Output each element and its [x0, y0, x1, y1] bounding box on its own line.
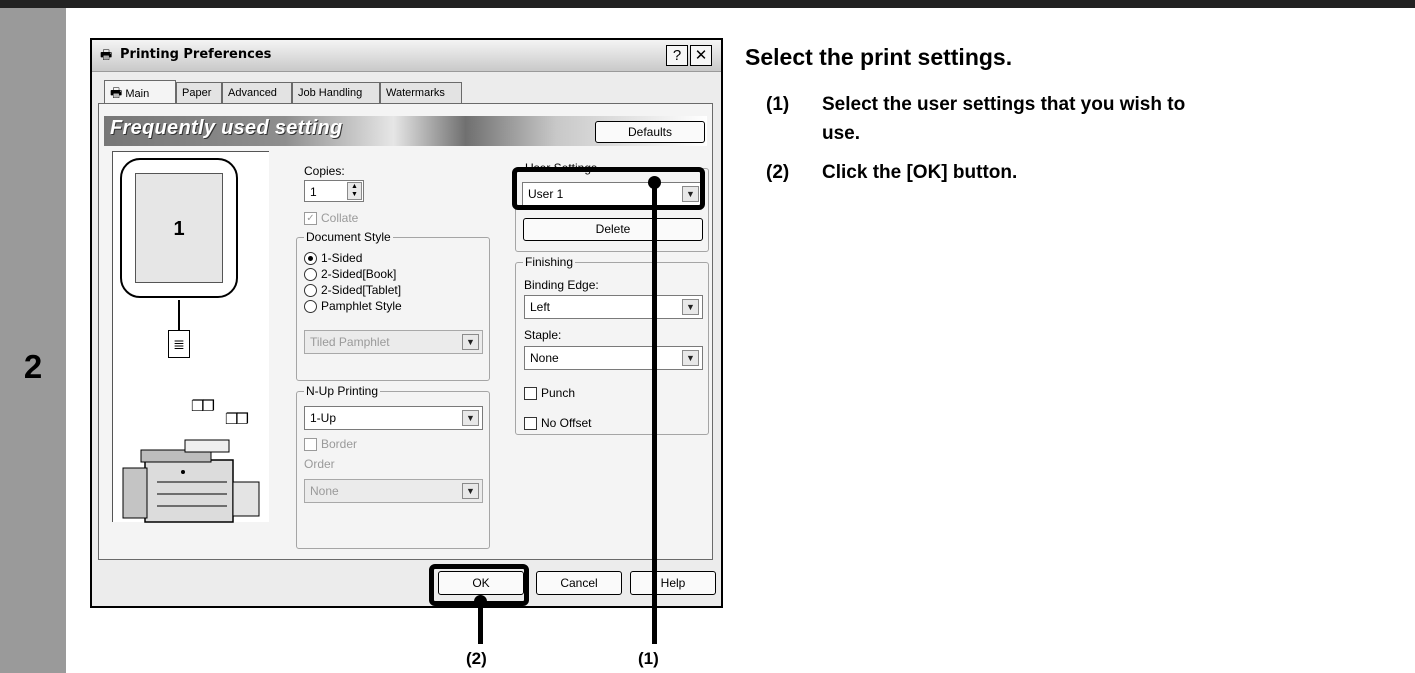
collate-checkbox[interactable]: ✓: [304, 212, 317, 225]
document-icon: ≣: [168, 330, 190, 358]
callout-leader-line: [478, 605, 483, 644]
defaults-button[interactable]: Defaults: [595, 121, 705, 143]
radio-2-sided-tablet[interactable]: [304, 284, 317, 297]
order-select[interactable]: None ▼: [304, 479, 483, 503]
tab-advanced[interactable]: Advanced: [222, 82, 292, 104]
instruction-number-1: (1): [766, 94, 790, 115]
callout-label-2: (2): [466, 649, 487, 668]
dialog-title: Printing Preferences: [120, 47, 272, 62]
section-heading: Select the print settings.: [745, 44, 1013, 70]
punch-checkbox[interactable]: [524, 387, 537, 400]
chevron-down-icon: ▼: [462, 410, 479, 426]
user-settings-highlight: [512, 167, 705, 210]
n-up-select[interactable]: 1-Up ▼: [304, 406, 483, 430]
border-label: Border: [321, 437, 358, 451]
banner-title: Frequently used setting: [110, 117, 343, 139]
printing-preferences-dialog: 🖶 Printing Preferences ? ✕ 🖶 Main Paper …: [90, 38, 723, 608]
top-rule: [0, 0, 1415, 8]
tab-paper[interactable]: Paper: [176, 82, 222, 104]
punch-label: Punch: [541, 386, 576, 400]
chevron-down-icon: ▼: [462, 483, 479, 499]
copies-label: Copies:: [304, 164, 345, 178]
option-pamphlet-style: Pamphlet Style: [321, 299, 402, 313]
tab-watermarks[interactable]: Watermarks: [380, 82, 462, 104]
page-preview-frame: 1: [120, 158, 238, 298]
chevron-down-icon: ▼: [682, 299, 699, 315]
instruction-text-2: Click the [OK] button.: [822, 162, 1018, 183]
preview-connector: [178, 300, 180, 330]
callout-leader-line: [652, 188, 657, 644]
finishing-title: Finishing: [523, 255, 576, 269]
binding-edge-select[interactable]: Left ▼: [524, 295, 703, 319]
option-2-sided-book: 2-Sided[Book]: [321, 267, 397, 281]
n-up-printing-title: N-Up Printing: [304, 384, 381, 398]
radio-2-sided-book[interactable]: [304, 268, 317, 281]
cancel-button[interactable]: Cancel: [536, 571, 622, 595]
chevron-down-icon: ▼: [462, 334, 479, 350]
instruction-text-1-cont: use.: [822, 123, 861, 144]
radio-pamphlet-style[interactable]: [304, 300, 317, 313]
copies-spinner[interactable]: ▲ ▼: [347, 182, 362, 200]
pamphlet-select[interactable]: Tiled Pamphlet ▼: [304, 330, 483, 354]
radio-1-sided[interactable]: [304, 252, 317, 265]
order-label: Order: [304, 457, 335, 471]
tab-job-handling[interactable]: Job Handling: [292, 82, 380, 104]
help-title-button[interactable]: ?: [666, 45, 688, 66]
collated-sets-icon: ❐❐: [191, 398, 215, 415]
print-preview: 1 ≣ ❐❐ ❐❐: [112, 151, 269, 523]
no-offset-checkbox[interactable]: [524, 417, 537, 430]
chevron-down-icon: ▼: [682, 350, 699, 366]
instruction-text-1: Select the user settings that you wish t…: [822, 94, 1186, 115]
staple-select[interactable]: None ▼: [524, 346, 703, 370]
page-preview: 1: [135, 173, 223, 283]
close-icon[interactable]: ✕: [690, 45, 712, 66]
printer-icon: 🖶: [110, 85, 123, 100]
binding-edge-label: Binding Edge:: [524, 278, 599, 292]
delete-button[interactable]: Delete: [523, 218, 703, 241]
tab-main[interactable]: 🖶 Main: [104, 80, 176, 104]
printer-icon: 🖶: [100, 47, 113, 62]
step-number: 2: [23, 348, 43, 385]
instruction-number-2: (2): [766, 162, 790, 183]
option-1-sided: 1-Sided: [321, 251, 363, 265]
staple-label: Staple:: [524, 328, 562, 342]
collate-label: Collate: [321, 211, 359, 225]
callout-label-1: (1): [638, 649, 659, 668]
step-column: [0, 8, 66, 673]
printer-machine-icon: [122, 439, 260, 523]
title-bar: 🖶 Printing Preferences ? ✕: [92, 40, 721, 72]
border-checkbox[interactable]: [304, 438, 317, 451]
collated-sets-icon: ❐❐: [225, 411, 249, 428]
option-2-sided-tablet: 2-Sided[Tablet]: [321, 283, 402, 297]
no-offset-label: No Offset: [541, 416, 592, 430]
help-button[interactable]: Help: [630, 571, 716, 595]
document-style-title: Document Style: [304, 230, 393, 244]
